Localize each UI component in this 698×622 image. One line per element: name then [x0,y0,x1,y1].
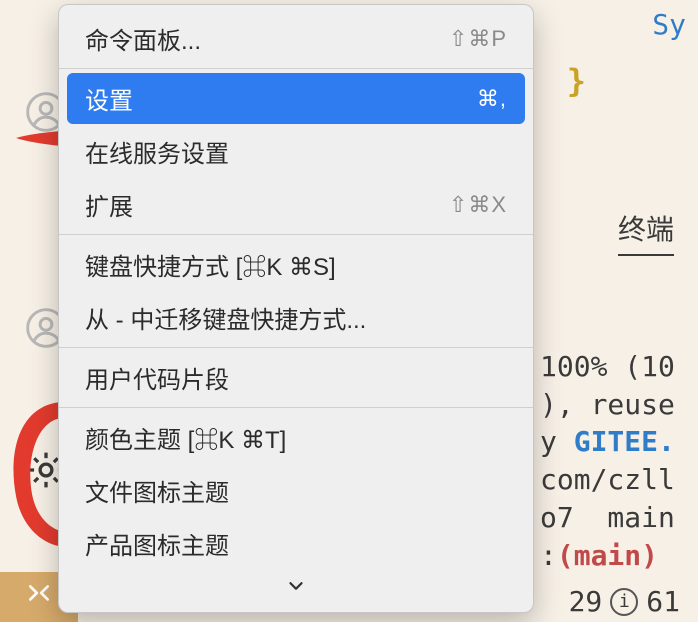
menu-item-shortcut: ⇧⌘P [449,26,507,52]
tab-terminal[interactable]: 终端 [618,208,674,256]
menu-item-settings[interactable]: 设置 ⌘, [67,73,525,124]
menu-item-color-theme[interactable]: 颜色主题 [⌘K ⌘T] [67,412,525,463]
menu-item-extensions[interactable]: 扩展 ⇧⌘X [67,179,525,230]
terminal-line: ), reuse [540,388,675,421]
terminal-line: com/czll [540,463,675,496]
menu-item-label: 命令面板... [85,21,201,56]
chevron-down-icon [285,575,307,604]
terminal-line: o7 main [540,501,675,534]
context-menu: 命令面板... ⇧⌘P 设置 ⌘, 在线服务设置 扩展 ⇧⌘X 键盘快捷方式 [… [58,4,534,613]
menu-item-file-icon-theme[interactable]: 文件图标主题 [67,465,525,516]
menu-item-label: 扩展 [85,187,133,222]
statusbar-counter-1[interactable]: 29 [569,585,603,618]
info-icon: i [610,588,638,616]
terminal-line: 100% (10 [540,350,675,383]
menu-item-online-services[interactable]: 在线服务设置 [67,126,525,177]
menu-item-shortcut: ⌘, [477,86,507,112]
closing-brace: } [567,62,586,100]
menu-item-label: 在线服务设置 [85,134,229,169]
menu-expand[interactable] [59,571,533,606]
menu-item-label: 文件图标主题 [85,473,229,508]
menu-separator [59,347,533,348]
menu-item-label: 颜色主题 [⌘K ⌘T] [85,420,286,455]
menu-item-command-palette[interactable]: 命令面板... ⇧⌘P [67,13,525,64]
menu-item-label: 产品图标主题 [85,526,229,561]
terminal-line: y GITEE. [540,425,675,458]
menu-item-label: 键盘快捷方式 [⌘K ⌘S] [85,247,336,282]
menu-item-user-snippets[interactable]: 用户代码片段 [67,352,525,403]
remote-icon [26,581,52,614]
terminal-output: 100% (10 ), reuse y GITEE. com/czll o7 m… [540,310,690,575]
symbol-link[interactable]: Sy [652,8,686,41]
menu-separator [59,68,533,69]
menu-item-label: 从 - 中迁移键盘快捷方式... [85,300,366,335]
menu-item-shortcut: ⇧⌘X [449,192,507,218]
terminal-line: :(main) [540,539,658,572]
menu-item-product-icon-theme[interactable]: 产品图标主题 [67,518,525,569]
menu-item-migrate-shortcuts[interactable]: 从 - 中迁移键盘快捷方式... [67,292,525,343]
menu-item-keyboard-shortcuts[interactable]: 键盘快捷方式 [⌘K ⌘S] [67,239,525,290]
menu-item-label: 设置 [85,81,133,116]
menu-separator [59,407,533,408]
statusbar-right: 29 i 61 [569,585,680,618]
menu-item-label: 用户代码片段 [85,360,229,395]
statusbar-counter-2[interactable]: 61 [646,585,680,618]
menu-separator [59,234,533,235]
